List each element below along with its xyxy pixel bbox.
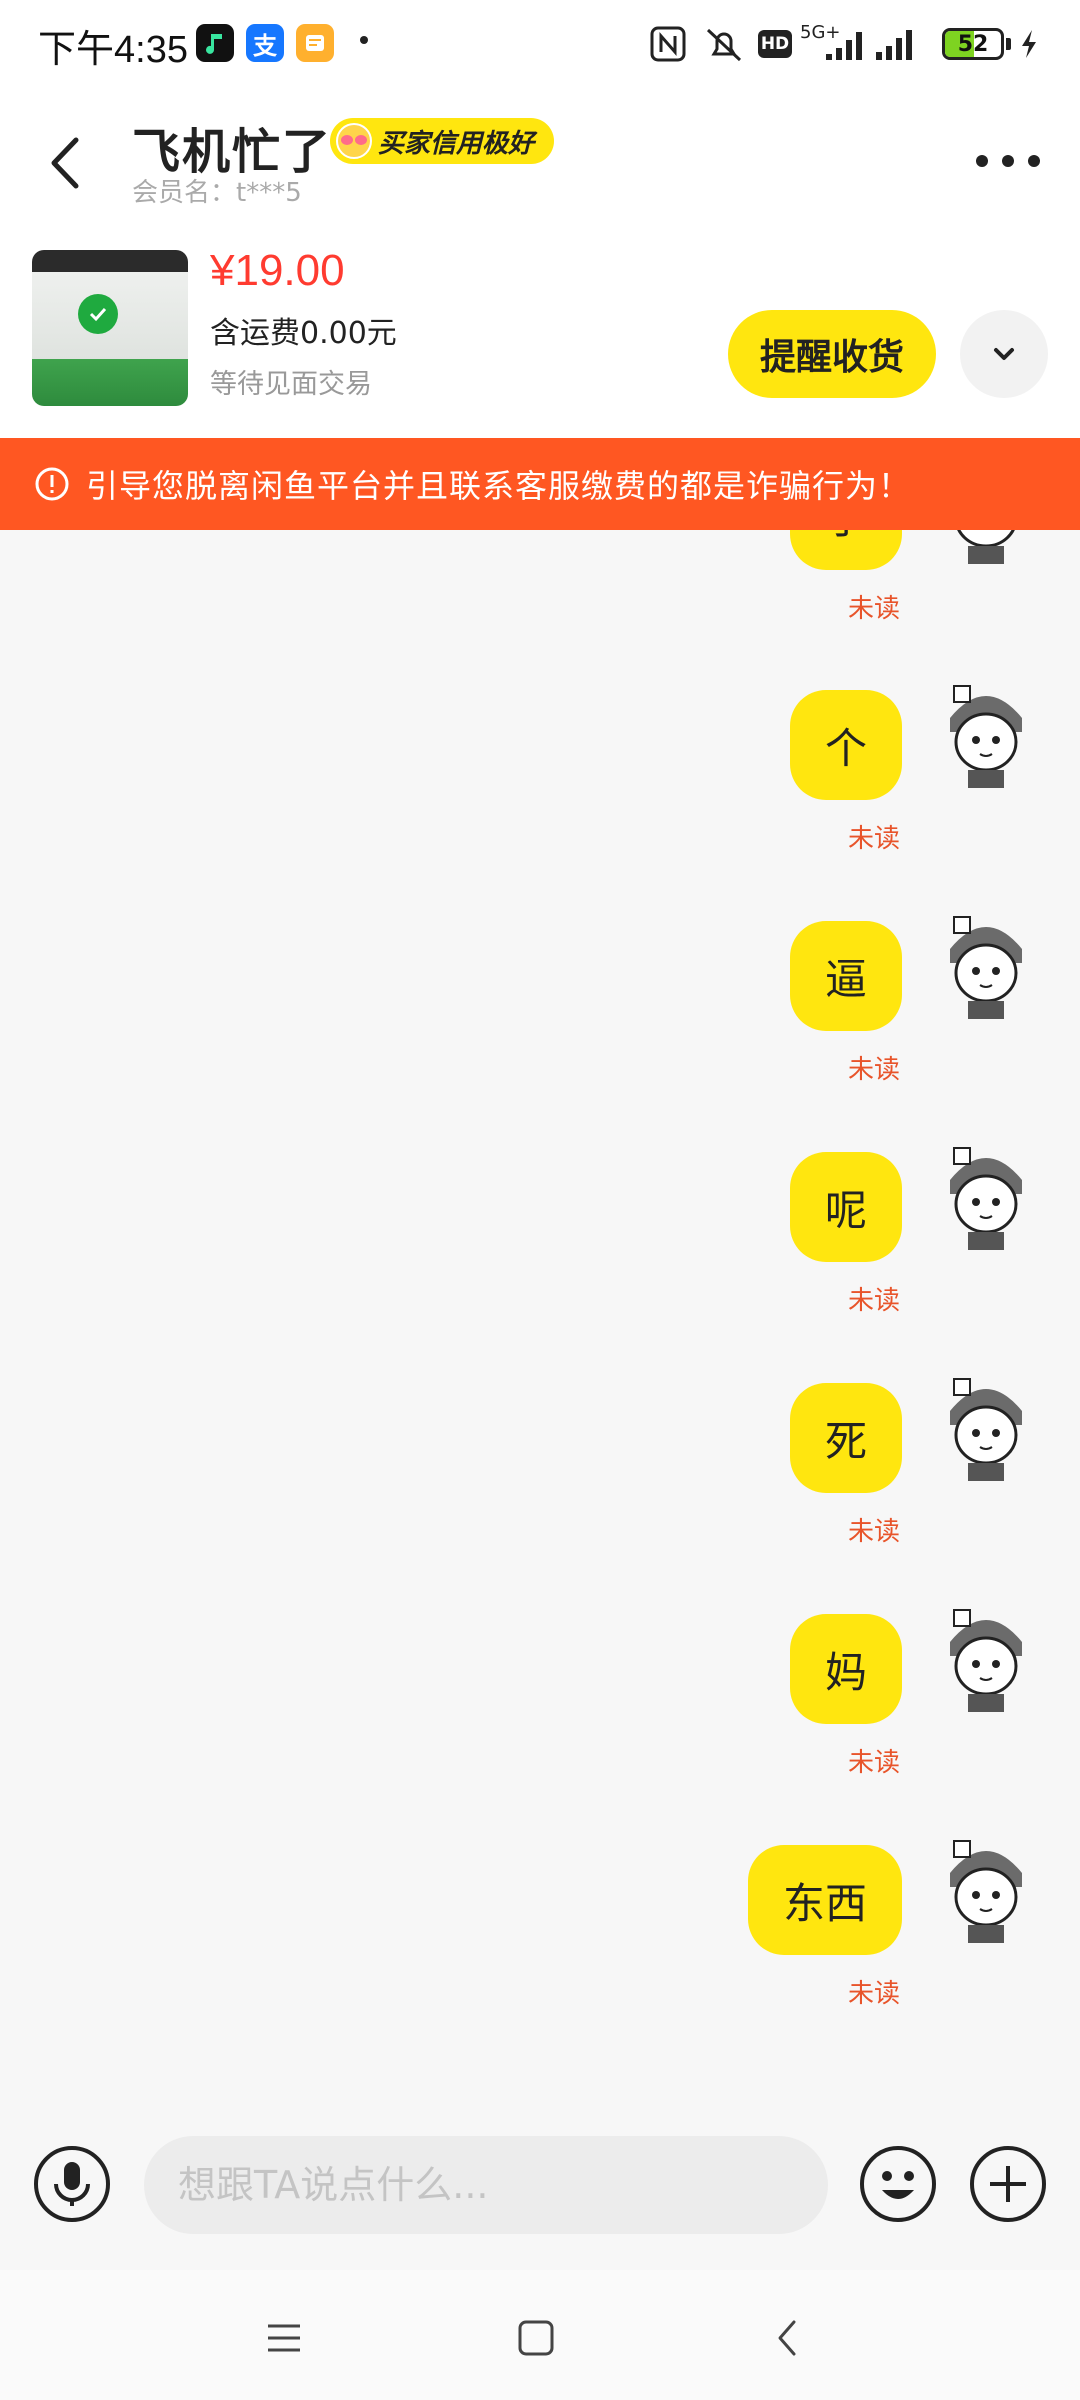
message-item: 妈 未读 xyxy=(0,1609,1080,1824)
message-item: 东西 未读 xyxy=(0,1840,1080,2055)
signal-icon-1 xyxy=(826,32,862,60)
alipay-icon: 支 xyxy=(246,24,284,62)
emoji-button[interactable] xyxy=(858,2144,938,2224)
back-button[interactable] xyxy=(40,128,92,198)
chat-header: 飞机忙了 买家信用极好 会员名：t***5 xyxy=(0,88,1080,238)
expand-button[interactable] xyxy=(960,310,1048,398)
more-dot-icon xyxy=(1002,155,1014,167)
message-item: 个 未读 xyxy=(0,685,1080,900)
message-input[interactable] xyxy=(144,2136,828,2234)
message-bubble[interactable]: 个 xyxy=(790,690,902,800)
warning-icon xyxy=(35,467,69,501)
mute-bell-icon xyxy=(706,28,742,62)
product-thumbnail[interactable] xyxy=(32,250,188,406)
message-item: 死 未读 xyxy=(0,1378,1080,1593)
message-item: 呢 未读 xyxy=(0,1147,1080,1362)
member-name: 会员名：t***5 xyxy=(132,178,302,208)
input-bar xyxy=(0,2130,1080,2270)
avatar[interactable] xyxy=(940,909,1032,1019)
unread-status: 未读 xyxy=(848,824,901,854)
unread-status: 未读 xyxy=(848,1286,901,1316)
status-time: 下午4:35 xyxy=(38,29,188,71)
order-status: 等待见面交易 xyxy=(210,369,372,400)
avatar[interactable] xyxy=(940,1371,1032,1481)
smiling-face-icon xyxy=(336,123,372,159)
unread-status: 未读 xyxy=(848,1979,901,2009)
charging-icon xyxy=(1022,30,1036,58)
battery-tip xyxy=(1006,38,1011,50)
avatar[interactable] xyxy=(940,1602,1032,1712)
music-app-icon xyxy=(196,24,234,62)
voice-input-button[interactable] xyxy=(32,2144,112,2224)
message-bubble[interactable]: 死 xyxy=(790,1383,902,1493)
message-bubble[interactable]: 逼 xyxy=(790,921,902,1031)
avatar[interactable] xyxy=(940,678,1032,788)
checkmark-icon xyxy=(78,294,118,334)
more-dot-icon xyxy=(1028,155,1040,167)
avatar[interactable] xyxy=(940,1833,1032,1943)
status-bar: 下午4:35 支 HD 5G+ 52 xyxy=(0,0,1080,88)
product-price: ¥19.00 xyxy=(210,246,345,295)
message-bubble[interactable]: 东西 xyxy=(748,1845,902,1955)
product-card[interactable]: ¥19.00 含运费0.00元 等待见面交易 提醒收货 xyxy=(0,238,1080,438)
nfc-icon xyxy=(650,26,686,62)
avatar[interactable] xyxy=(940,530,1032,564)
fraud-warning-banner: 引导您脱离闲鱼平台并且联系客服缴费的都是诈骗行为！ xyxy=(0,438,1080,530)
message-bubble[interactable]: 妈 xyxy=(790,1614,902,1724)
unread-status: 未读 xyxy=(848,1748,901,1778)
more-actions-button[interactable] xyxy=(968,2144,1048,2224)
battery-indicator: 52 xyxy=(942,28,1004,60)
message-list[interactable]: 了 未读 个 未读 逼 未读 xyxy=(0,530,1080,2130)
message-item: 了 未读 xyxy=(0,530,1080,670)
credit-badge-label: 买家信用极好 xyxy=(378,128,535,159)
unread-status: 未读 xyxy=(848,594,901,624)
back-nav-button[interactable] xyxy=(758,2308,818,2368)
message-bubble[interactable]: 呢 xyxy=(790,1152,902,1262)
avatar[interactable] xyxy=(940,1140,1032,1250)
product-shipping: 含运费0.00元 xyxy=(210,316,397,351)
battery-level: 52 xyxy=(957,31,989,57)
menu-nav-button[interactable] xyxy=(254,2308,314,2368)
more-options-button[interactable] xyxy=(976,146,1040,176)
message-item: 逼 未读 xyxy=(0,916,1080,1131)
unread-status: 未读 xyxy=(848,1517,901,1547)
unread-status: 未读 xyxy=(848,1055,901,1085)
remind-receipt-button[interactable]: 提醒收货 xyxy=(728,310,936,398)
hd-icon: HD xyxy=(758,30,792,58)
warning-text: 引导您脱离闲鱼平台并且联系客服缴费的都是诈骗行为！ xyxy=(86,467,912,505)
credit-badge: 买家信用极好 xyxy=(330,118,555,164)
notes-app-icon xyxy=(296,24,334,62)
system-nav-bar xyxy=(0,2270,1080,2400)
home-nav-button[interactable] xyxy=(506,2308,566,2368)
more-dot-icon xyxy=(976,155,988,167)
notification-dot-icon xyxy=(360,36,368,44)
chevron-down-icon xyxy=(994,348,1014,360)
signal-icon-2 xyxy=(876,30,912,60)
message-bubble[interactable]: 了 xyxy=(790,530,902,570)
